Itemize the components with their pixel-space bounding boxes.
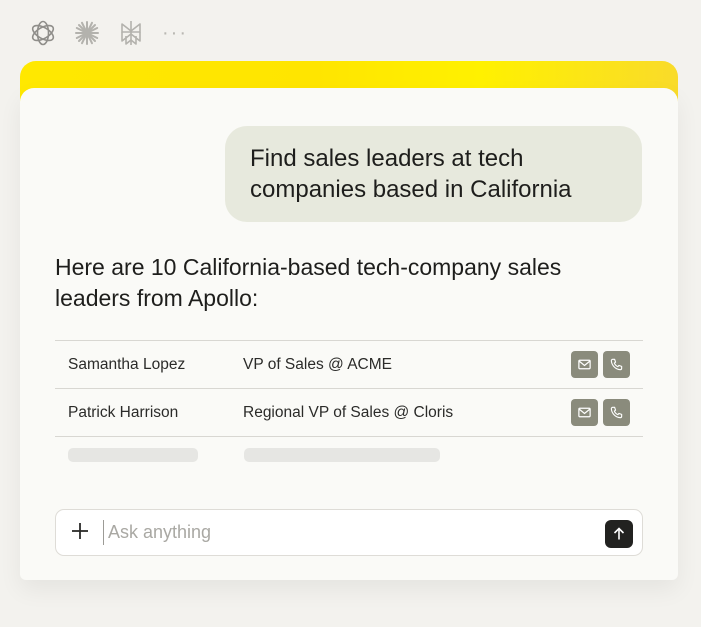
call-button[interactable]	[603, 399, 630, 426]
user-message-bubble: Find sales leaders at tech companies bas…	[225, 126, 642, 222]
arrow-up-icon	[613, 527, 625, 540]
contact-name: Patrick Harrison	[68, 403, 179, 421]
contact-name: Samantha Lopez	[68, 355, 186, 373]
openai-logo-icon[interactable]	[28, 18, 58, 48]
table-row: Patrick Harrison Regional VP of Sales @ …	[55, 388, 643, 437]
app-switcher: ···	[28, 18, 188, 48]
email-button[interactable]	[571, 351, 598, 378]
loading-skeleton	[68, 448, 198, 462]
send-button[interactable]	[605, 520, 633, 548]
plus-icon[interactable]	[69, 520, 91, 542]
mail-icon	[578, 407, 591, 418]
perplexity-logo-icon[interactable]	[116, 18, 146, 48]
claude-logo-icon[interactable]	[72, 18, 102, 48]
more-dots-icon[interactable]: ···	[162, 23, 188, 43]
chat-window: Find sales leaders at tech companies bas…	[20, 88, 678, 580]
email-button[interactable]	[571, 399, 598, 426]
loading-skeleton	[244, 448, 440, 462]
mail-icon	[578, 359, 591, 370]
composer-input[interactable]: Ask anything	[108, 522, 211, 543]
contact-title: Regional VP of Sales @ Cloris	[243, 403, 454, 421]
call-button[interactable]	[603, 351, 630, 378]
row-actions	[571, 399, 630, 426]
table-row: Samantha Lopez VP of Sales @ ACME	[55, 340, 643, 388]
results-table: Samantha Lopez VP of Sales @ ACME Patric…	[55, 340, 643, 437]
assistant-reply: Here are 10 California-based tech-compan…	[55, 254, 562, 311]
contact-title: VP of Sales @ ACME	[243, 355, 392, 373]
chat-composer[interactable]: Ask anything	[55, 509, 643, 556]
phone-icon	[610, 358, 623, 371]
text-caret	[103, 520, 104, 545]
row-actions	[571, 351, 630, 378]
phone-icon	[610, 406, 623, 419]
